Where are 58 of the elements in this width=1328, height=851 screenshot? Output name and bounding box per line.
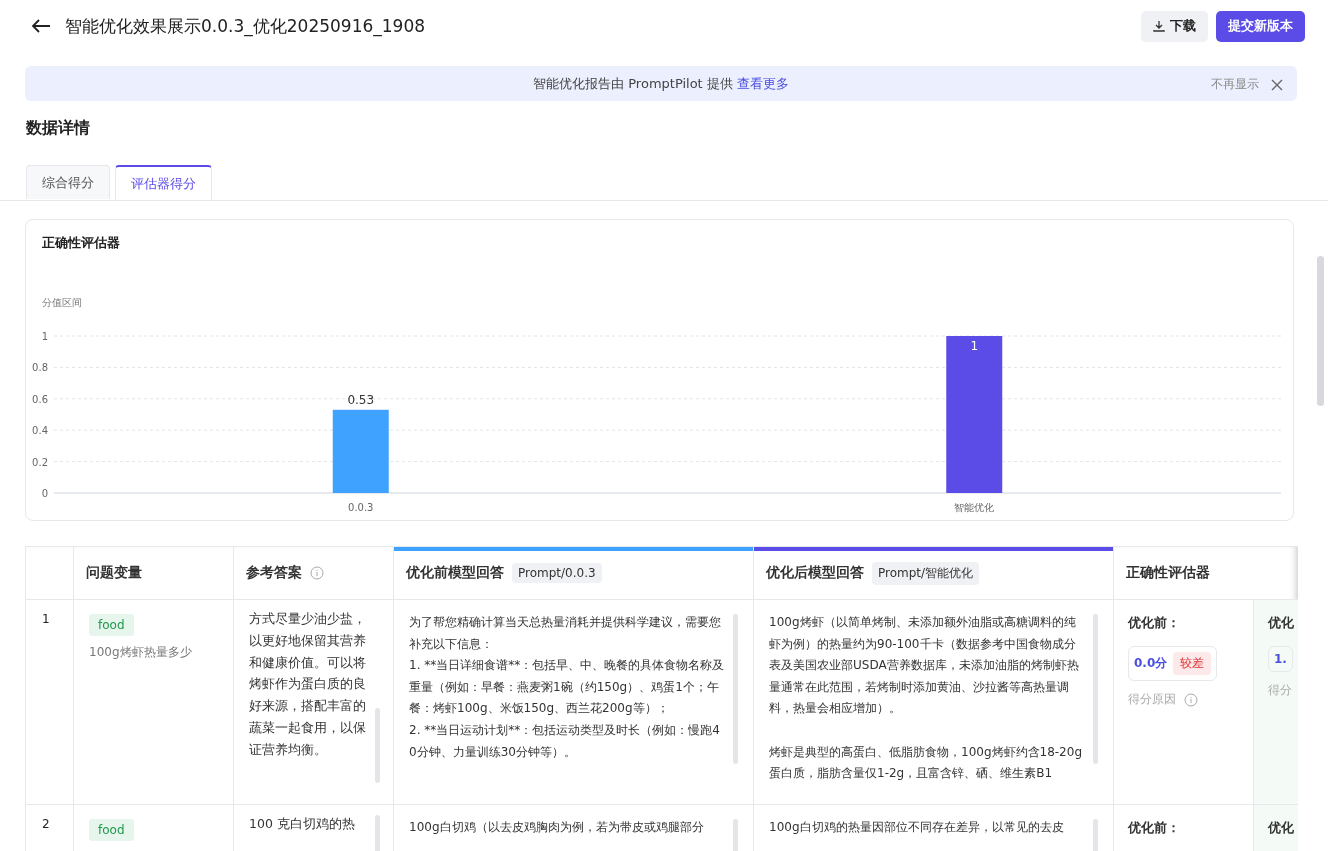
axis-tick-label: 0.8 xyxy=(32,362,48,374)
cell-paragraph: 烤虾是典型的高蛋白、低脂肪食物，100g烤虾约含18-20g蛋白质，脂肪含量仅1-2g，且富含锌、硒、维生素B1 xyxy=(769,743,1083,783)
reason-label: 得分原因 xyxy=(1128,691,1176,708)
submit-button[interactable]: 提交新版本 xyxy=(1216,10,1305,42)
axis-tick-label: 0.0.3 xyxy=(348,502,374,513)
data-label: 0.53 xyxy=(347,392,375,407)
section-title: 数据详情 xyxy=(26,118,91,138)
variable-tag: food xyxy=(89,614,134,636)
chart-title: 正确性评估器 xyxy=(41,234,121,252)
cell-paragraph: 100g烤虾（以简单烤制、未添加额外油脂或高糖调料的纯虾为例）的热量约为90-100千卡（数据参考中国食物成分表及美国农业部USDA营养数据库，未添加油脂的烤制虾热量通常在此范围，若烤制时添加黄油、沙拉酱等高热量调料，热量会相应增加）。 xyxy=(769,614,1080,718)
back-arrow-icon[interactable] xyxy=(31,18,51,34)
cell-paragraph: 100g白切鸡的热量因部位不同存在差异，以常见的去皮 xyxy=(769,819,1065,836)
axis-tick-label: 智能优化 xyxy=(954,502,995,513)
cell-paragraph: 100g白切鸡（以去皮鸡胸肉为例，若为带皮或鸡腿部分 xyxy=(409,819,705,836)
download-button[interactable]: 下载 xyxy=(1141,10,1208,42)
scrollbar xyxy=(1093,819,1098,851)
column-header: 问题变量 xyxy=(86,564,142,582)
info-icon xyxy=(1184,692,1198,707)
tab[interactable]: 评估器得分 xyxy=(115,165,212,200)
more-link[interactable]: 查看更多 xyxy=(736,75,789,91)
prompt-tag: Prompt/0.0.3 xyxy=(512,563,602,583)
column-header: 优化前模型回答 xyxy=(406,564,504,582)
page-title: 智能优化效果展示0.0.3_优化20250916_1908 xyxy=(65,14,426,38)
column-header: 优化后模型回答 xyxy=(766,564,864,582)
prompt-tag: Prompt/智能优化 xyxy=(872,561,980,585)
download-icon xyxy=(1153,20,1165,32)
banner-text: 智能优化报告由 PromptPilot 提供 xyxy=(533,75,733,91)
reason-label: 得分 xyxy=(1268,682,1292,699)
score-label: 优化前： xyxy=(1128,819,1181,837)
axis-tick-label: 0.4 xyxy=(32,425,48,437)
score-label: 优化前： xyxy=(1128,614,1181,632)
axis-tick-label: 0.2 xyxy=(32,456,48,468)
grade-tag: 较差 xyxy=(1173,652,1212,675)
cell-text: 100 克白切鸡的热 xyxy=(249,815,356,833)
data-label: 1 xyxy=(970,339,979,353)
axis-label: 分值区间 xyxy=(42,297,82,308)
axis-tick-label: 0 xyxy=(41,488,48,499)
column-header: 正确性评估器 xyxy=(1126,564,1210,582)
cell-text: 方式尽量少油少盐，以更好地保留其营养和健康价值。可以将烤虾作为蛋白质的良好来源，搭配丰富的蔬菜一起食用，以保证营养均衡。 xyxy=(249,610,367,759)
dismiss-link[interactable]: 不再显示 xyxy=(1211,76,1259,93)
scrollbar xyxy=(375,815,380,851)
question-text: 100g烤虾热量多少 xyxy=(89,644,193,661)
variable-tag: food xyxy=(89,819,134,841)
cell-paragraph: 为了帮您精确计算当天总热量消耗并提供科学建议，需要您补充以下信息： xyxy=(409,614,722,653)
score-value: 1. xyxy=(1274,652,1287,666)
axis-tick-label: 0.6 xyxy=(32,393,48,405)
scrollbar xyxy=(733,819,738,851)
row-number: 1 xyxy=(26,600,74,804)
cell-paragraph: 1. **当日详细食谱**：包括早、中、晚餐的具体食物名称及重量（例如：早餐：燕麦粥1碗（约150g）、鸡蛋1个；午餐：烤虾100g、米饭150g、西兰花200g等）； xyxy=(409,657,726,718)
axis-tick-label: 1 xyxy=(41,331,48,342)
tab[interactable]: 综合得分 xyxy=(26,165,110,199)
close-icon[interactable] xyxy=(1271,78,1283,91)
score-value: 0.0分 xyxy=(1134,655,1168,672)
score-label: 优化 xyxy=(1268,819,1295,837)
row-number: 2 xyxy=(26,805,74,851)
score-label: 优化 xyxy=(1268,614,1295,632)
cell-paragraph: 2. **当日运动计划**：包括运动类型及时长（例如：慢跑40分钟、力量训练30分钟等）。 xyxy=(409,721,721,761)
column-header: 参考答案 xyxy=(246,564,302,582)
